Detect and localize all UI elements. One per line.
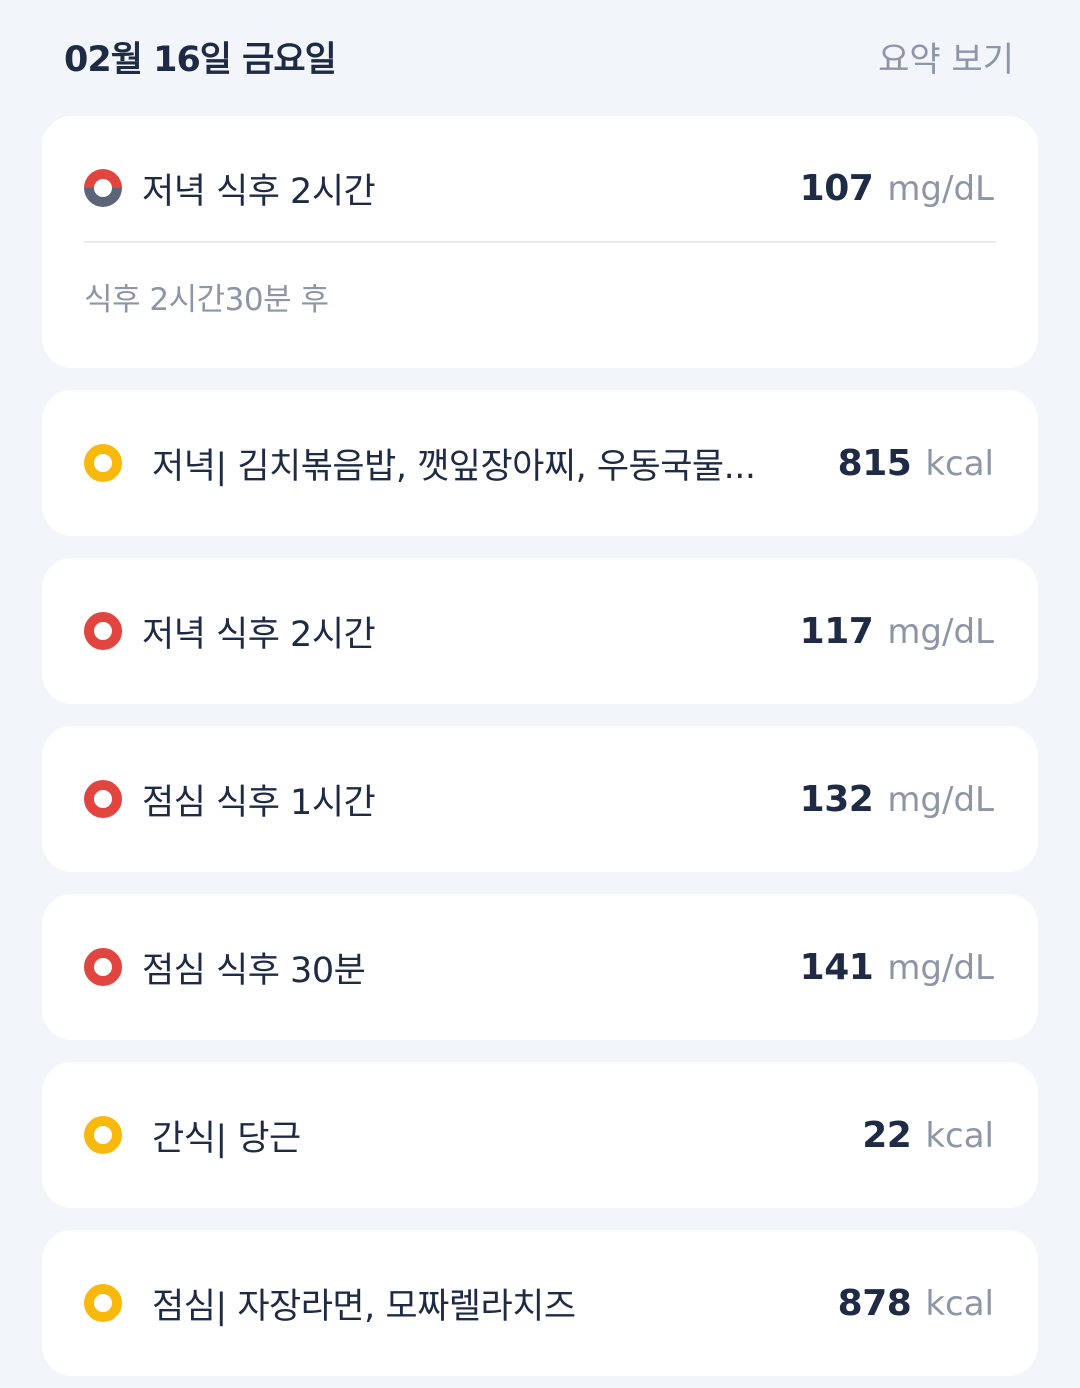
glucose-unit: mg/dL (887, 779, 994, 820)
glucose-value: 141 (799, 946, 874, 988)
calorie-unit: kcal (925, 443, 994, 484)
record-label: 저녁 식후 2시간 (142, 614, 376, 655)
meal-record-card[interactable]: 저녁| 김치볶음밥, 깻잎장아찌, 우동국물... 815 kcal (42, 390, 1038, 536)
record-label: 점심 식후 1시간 (142, 782, 376, 823)
record-note: 식후 2시간30분 후 (84, 282, 329, 318)
glucose-status-icon (84, 612, 122, 650)
glucose-record-card[interactable]: 저녁 식후 2시간 117 mg/dL (42, 558, 1038, 704)
glucose-value: 117 (799, 610, 874, 652)
calorie-unit: kcal (925, 1283, 994, 1324)
glucose-status-icon (84, 780, 122, 818)
calorie-value: 815 (837, 442, 912, 484)
meal-status-icon (84, 1284, 122, 1322)
record-label: 저녁 식후 2시간 (142, 171, 376, 212)
meal-record-card[interactable]: 점심| 자장라면, 모짜렐라치즈 878 kcal (42, 1230, 1038, 1376)
glucose-record-card[interactable]: 점심 식후 30분 141 mg/dL (42, 894, 1038, 1040)
meal-status-icon (84, 1116, 122, 1154)
calorie-unit: kcal (925, 1115, 994, 1156)
glucose-value: 107 (799, 167, 874, 209)
date-header: 02월 16일 금요일 요약 보기 (64, 28, 1014, 84)
glucose-record-card[interactable]: 저녁 식후 2시간 107 mg/dL 식후 2시간30분 후 (42, 116, 1038, 368)
record-label: 점심 식후 30분 (142, 950, 366, 991)
glucose-unit: mg/dL (887, 168, 994, 209)
glucose-unit: mg/dL (887, 611, 994, 652)
calorie-value: 22 (862, 1114, 912, 1156)
record-label: 저녁| 김치볶음밥, 깻잎장아찌, 우동국물... (152, 446, 756, 487)
glucose-status-icon (84, 948, 122, 986)
view-summary-link[interactable]: 요약 보기 (878, 32, 1014, 81)
record-label: 간식| 당근 (152, 1118, 301, 1159)
calorie-value: 878 (837, 1282, 912, 1324)
glucose-unit: mg/dL (887, 947, 994, 988)
date-title: 02월 16일 금요일 (64, 39, 337, 80)
glucose-record-card[interactable]: 점심 식후 1시간 132 mg/dL (42, 726, 1038, 872)
glucose-status-icon (84, 169, 122, 207)
card-divider (84, 241, 996, 243)
meal-status-icon (84, 444, 122, 482)
glucose-value: 132 (799, 778, 874, 820)
record-label: 점심| 자장라면, 모짜렐라치즈 (152, 1286, 576, 1327)
meal-record-card[interactable]: 간식| 당근 22 kcal (42, 1062, 1038, 1208)
